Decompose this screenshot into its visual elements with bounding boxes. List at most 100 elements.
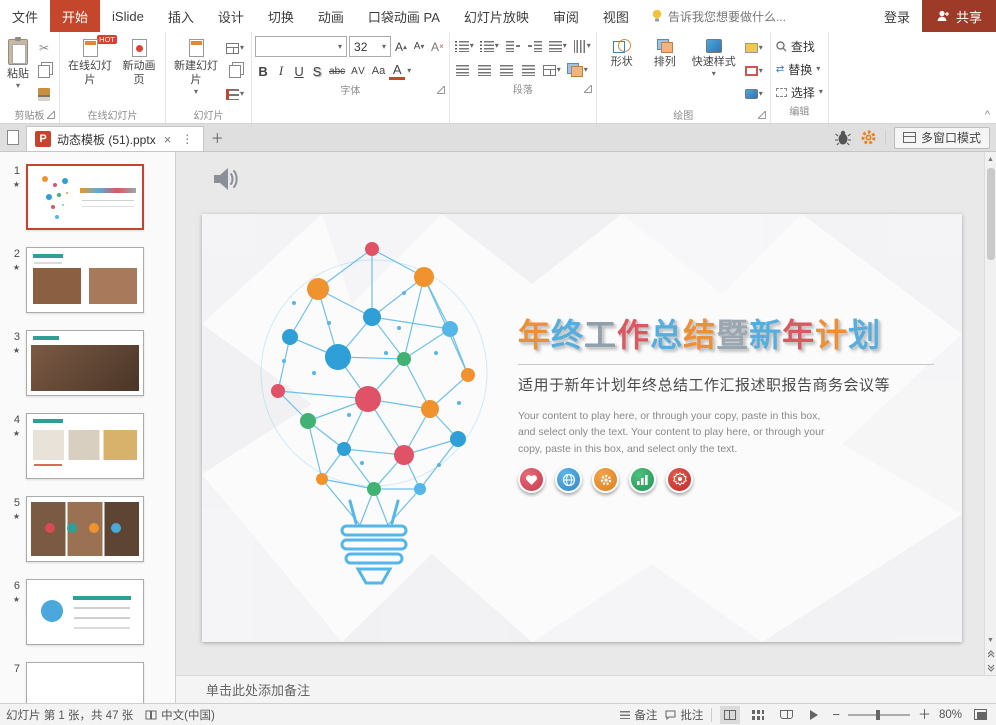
close-tab-icon[interactable]: × [162,132,174,147]
slide-thumbnail[interactable] [26,247,144,313]
line-spacing-button[interactable]: ▾ [547,36,569,56]
settings-gear-icon[interactable] [860,129,877,146]
tell-me-box[interactable]: 告诉我您想要做什么... [641,0,796,32]
scroll-down-icon[interactable]: ▼ [985,633,996,647]
font-color-button[interactable]: A [389,62,406,80]
slide-thumbnail[interactable] [26,330,144,396]
cut-button[interactable]: ✂ [34,38,54,58]
comments-toggle-button[interactable]: 批注 [665,707,703,723]
arrange-button[interactable]: 排列 [645,36,685,106]
copy-button[interactable] [34,61,54,81]
lightbulb-graphic[interactable] [254,230,494,596]
notes-pane[interactable]: 单击此处添加备注 [176,675,996,703]
online-slides-button[interactable]: HOT 在线幻灯片 [65,35,117,106]
tab-home[interactable]: 开始 [50,0,101,32]
new-document-button[interactable] [0,124,26,151]
tab-islide[interactable]: iSlide [100,0,156,32]
shapes-button[interactable]: 形状 [602,36,642,106]
bold-button[interactable]: B [255,61,271,81]
animation-plugin-icon[interactable] [834,130,852,146]
decrease-indent-button[interactable] [503,36,523,56]
font-name-combo[interactable]: ▾ [255,36,348,57]
slide-canvas[interactable]: 年终工作总结暨新年计划 适用于新年计划年终总结工作汇报述职报告商务会议等 You… [176,152,996,675]
change-case-button[interactable]: Aa [370,61,387,81]
tab-pocket-animation[interactable]: 口袋动画 PA [356,0,452,32]
select-button[interactable]: 选择 ▾ [774,82,825,102]
zoom-out-button[interactable]: − [832,708,840,721]
layout-button[interactable]: ▾ [224,38,246,58]
format-painter-button[interactable] [34,84,54,104]
tab-slideshow[interactable]: 幻灯片放映 [452,0,541,32]
seal-badge-icon[interactable] [666,466,693,493]
globe-icon[interactable] [555,466,582,493]
replace-button[interactable]: ⇄ 替换 ▾ [774,59,825,79]
new-animation-page-button[interactable]: 新动画页 [118,36,160,106]
font-color-dropdown-icon[interactable]: ▾ [407,67,411,75]
clipboard-dialog-launcher-icon[interactable] [47,111,55,119]
quick-styles-button[interactable]: 快速样式 ▾ [688,36,740,106]
slide-thumbnail[interactable] [26,164,144,230]
align-center-button[interactable] [475,60,495,80]
notes-toggle-button[interactable]: 备注 [620,707,657,723]
slide-thumbnail[interactable] [26,579,144,645]
bullets-button[interactable]: ▾ [453,36,476,56]
zoom-in-button[interactable]: ＋ [918,708,931,721]
align-right-button[interactable] [497,60,517,80]
tab-review[interactable]: 审阅 [541,0,591,32]
shape-fill-button[interactable]: ▾ [743,38,765,58]
bar-chart-icon[interactable] [629,466,656,493]
collapse-ribbon-button[interactable]: ^ [985,109,990,121]
clear-formatting-button[interactable]: A × [429,37,446,57]
slide-editor[interactable]: 年终工作总结暨新年计划 适用于新年计划年终总结工作汇报述职报告商务会议等 You… [202,214,962,642]
scrollbar-thumb[interactable] [986,168,995,260]
shape-outline-button[interactable]: ▾ [743,61,765,81]
decrease-font-button[interactable]: A ▾ [411,37,427,57]
justify-button[interactable] [519,60,539,80]
align-left-button[interactable] [453,60,473,80]
increase-indent-button[interactable] [525,36,545,56]
zoom-slider[interactable] [847,709,910,720]
document-tab-active[interactable]: P 动态模板 (51).pptx × ⋮ [26,126,205,151]
slideshow-view-button[interactable] [804,706,824,724]
tab-transitions[interactable]: 切换 [256,0,306,32]
shape-effects-button[interactable]: ▾ [743,84,765,104]
paragraph-dialog-launcher-icon[interactable] [583,85,592,93]
text-shadow-button[interactable]: S [309,61,325,81]
scroll-up-icon[interactable]: ▲ [985,152,996,166]
fit-to-window-button[interactable] [970,706,990,724]
numbering-button[interactable]: ▾ [478,36,501,56]
character-spacing-button[interactable]: AV [349,61,368,81]
columns-button[interactable]: ▾ [541,60,563,80]
strikethrough-button[interactable]: abc [327,61,347,81]
reset-button[interactable] [224,61,246,81]
tab-menu-icon[interactable]: ⋮ [179,132,195,146]
sign-in-button[interactable]: 登录 [872,0,922,32]
slide-body-text[interactable]: Your content to play here, or through yo… [518,408,834,457]
font-dialog-launcher-icon[interactable] [436,86,445,94]
convert-smartart-button[interactable]: ▾ [565,60,590,80]
multi-window-mode-button[interactable]: 多窗口模式 [893,126,990,149]
drawing-dialog-launcher-icon[interactable] [757,111,766,119]
gears-icon[interactable] [592,466,619,493]
share-button[interactable]: 共享 [921,0,996,32]
tab-view[interactable]: 视图 [591,0,641,32]
tab-animations[interactable]: 动画 [306,0,356,32]
previous-slide-button[interactable] [985,647,996,661]
zoom-slider-thumb[interactable] [875,709,880,720]
reading-view-button[interactable] [776,706,796,724]
language-button[interactable]: 中文(中国) [145,707,215,723]
slide-title[interactable]: 年终工作总结暨新年计划 [518,310,881,356]
next-slide-button[interactable] [985,661,996,675]
paste-button[interactable]: 粘贴 ▾ [5,36,31,106]
slide-thumbnail[interactable] [26,662,144,703]
tab-file[interactable]: 文件 [0,0,50,32]
tab-design[interactable]: 设计 [206,0,256,32]
italic-button[interactable]: I [273,61,289,81]
new-slide-button[interactable]: 新建幻灯片 ▾ [171,36,221,106]
section-button[interactable]: ▾ [224,84,246,104]
new-tab-button[interactable]: ＋ [204,124,230,151]
tab-insert[interactable]: 插入 [156,0,206,32]
heart-icon[interactable] [518,466,545,493]
slide-sorter-view-button[interactable] [748,706,768,724]
slide-subtitle[interactable]: 适用于新年计划年终总结工作汇报述职报告商务会议等 [518,374,890,395]
